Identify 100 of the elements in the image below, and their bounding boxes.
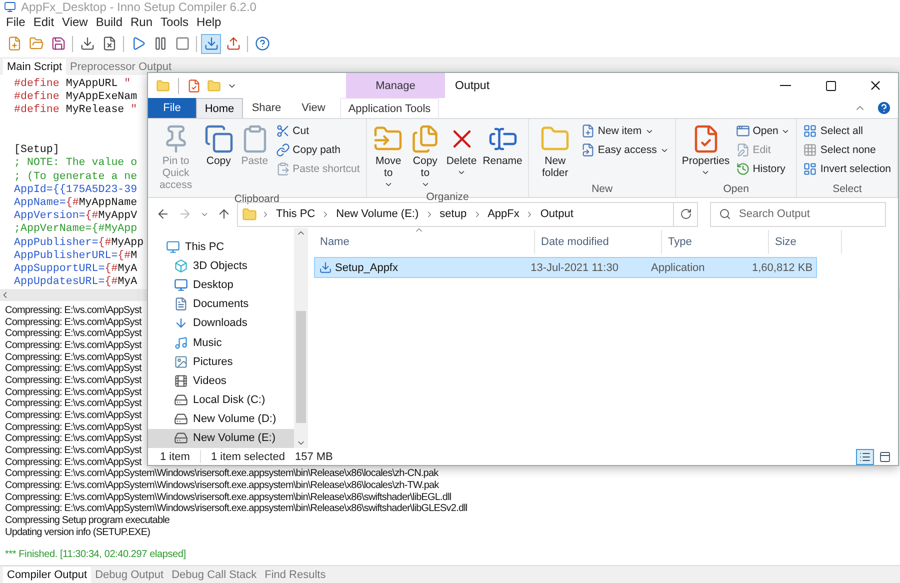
grid-icon xyxy=(803,124,818,138)
ribbon-button[interactable]: Copy path xyxy=(274,141,362,159)
nav-item[interactable]: Pictures xyxy=(148,352,294,372)
log-line: Compressing: E:\vs.com\AppSyst xyxy=(5,398,142,410)
ribbon-button[interactable]: Delete xyxy=(444,122,479,191)
view-button[interactable] xyxy=(856,448,874,464)
nav-item[interactable]: 3D Objects xyxy=(148,256,294,276)
menu-item[interactable]: File xyxy=(2,15,30,30)
ribbon-button[interactable]: New folder xyxy=(533,122,577,183)
column-header[interactable]: Date modified xyxy=(535,230,662,254)
ribbon-button[interactable]: Select all xyxy=(801,122,893,140)
column-header[interactable]: Size xyxy=(769,230,842,254)
ribbon-button[interactable]: Copy xyxy=(202,122,236,193)
nav-label: Pictures xyxy=(193,356,233,368)
nav-item[interactable]: Videos xyxy=(148,371,294,390)
maximize-icon xyxy=(824,80,836,92)
ribbon-button[interactable]: History xyxy=(734,160,792,178)
ribbon-button[interactable]: Properties xyxy=(680,122,732,183)
nav-label: This PC xyxy=(185,240,224,253)
output-tab[interactable]: Compiler Output xyxy=(3,566,92,583)
search-box[interactable]: Search Output xyxy=(710,202,886,226)
output-tab[interactable]: Debug Call Stack xyxy=(168,566,261,583)
drive-icon xyxy=(174,412,188,426)
log-line: Compressing: E:\vs.com\AppSyst xyxy=(5,444,142,457)
log-line: Compressing: E:\vs.com\AppSyst xyxy=(5,352,142,364)
log-line: Compressing: E:\vs.com\AppSystem\Windows\risersoft.exe.appsystem\bin\Release\x86\locales\zh-CN.pak xyxy=(5,468,438,480)
table-cell: Setup_Appfx xyxy=(335,262,398,274)
document-icon xyxy=(174,297,188,312)
context-tab[interactable]: Manage xyxy=(346,73,445,98)
nav-label: New Volume (E:) xyxy=(193,432,276,444)
ribbon-button[interactable]: New item xyxy=(578,122,671,140)
output-tab[interactable]: Debug Output xyxy=(91,566,168,583)
files-icon xyxy=(410,124,440,154)
nav-item[interactable]: Desktop xyxy=(148,275,294,295)
nav-item[interactable]: Local Disk (C:) xyxy=(148,390,294,410)
output-tab[interactable]: Find Results xyxy=(260,566,330,583)
breadcrumb-item[interactable]: This PC xyxy=(274,208,318,220)
scissors-icon xyxy=(276,124,290,138)
breadcrumb-item[interactable]: Output xyxy=(538,208,576,220)
status-message: *** Finished. [11:30:34, 02:40.297 elapsed] xyxy=(5,549,186,560)
folder-icon xyxy=(156,78,170,92)
menu-item[interactable]: Help xyxy=(192,15,226,30)
log-line: Compressing: E:\vs.com\AppSyst xyxy=(5,328,142,340)
menu-item[interactable]: Build xyxy=(92,15,127,30)
file-row[interactable]: Setup_Appfx 13-Jul-2021 11:30 Application 1,60,812 KB xyxy=(314,257,817,278)
breadcrumb-item[interactable]: setup xyxy=(438,208,469,220)
code-line: AppId={{175A5D23-39 xyxy=(14,184,138,197)
nav-item[interactable]: Documents xyxy=(148,294,294,314)
log-line: Compressing: E:\vs.com\AppSyst xyxy=(5,305,142,317)
menu-item[interactable]: View xyxy=(58,15,92,30)
file-x-icon xyxy=(102,36,116,52)
breadcrumb-item[interactable]: New Volume (E:) xyxy=(334,208,421,220)
clipboard-icon xyxy=(276,162,290,176)
grid-icon xyxy=(803,162,818,176)
code-line: ; NOTE: The value o xyxy=(14,157,138,171)
window-title: AppFx_Desktop - Inno Setup Compiler 6.2.0 xyxy=(21,0,256,14)
editor-tab[interactable]: Preprocessor Output xyxy=(66,58,176,75)
log-line: Compressing: E:\vs.com\AppSyst xyxy=(5,456,142,468)
pause-icon xyxy=(152,36,168,52)
code-line: AppUpdatesURL={#MyA xyxy=(14,276,138,290)
ribbon-button[interactable]: Cut xyxy=(274,122,362,140)
download-icon xyxy=(80,36,94,52)
ribbon-button[interactable]: Invert selection xyxy=(801,160,893,178)
group-label: New xyxy=(592,183,613,197)
code-line: AppName={#MyAppName xyxy=(14,196,138,210)
group-label: Open xyxy=(723,183,749,197)
ribbon-tab[interactable]: Application Tools xyxy=(340,98,439,118)
editor-tab[interactable]: Main Script xyxy=(3,58,66,75)
ribbon-tab[interactable]: Home xyxy=(196,98,243,118)
ribbon-button[interactable]: Open xyxy=(734,122,792,140)
file-check-icon xyxy=(187,78,201,92)
log-line: Compressing: E:\vs.com\AppSyst xyxy=(5,363,142,376)
menu-item[interactable]: Tools xyxy=(156,15,193,30)
nav-item[interactable]: Music xyxy=(148,332,294,352)
breadcrumb-item[interactable]: AppFx xyxy=(486,208,522,220)
ribbon-button[interactable]: Easy access xyxy=(578,141,671,159)
history-icon xyxy=(736,162,750,176)
column-header[interactable]: Type xyxy=(662,230,769,254)
ribbon-button[interactable]: Copy to xyxy=(408,122,442,191)
menu-item[interactable]: Run xyxy=(126,15,157,30)
copy-icon xyxy=(204,124,234,154)
ribbon-button[interactable]: Select none xyxy=(801,141,893,159)
ribbon-tab[interactable]: File xyxy=(148,98,196,118)
search-icon xyxy=(719,208,731,220)
log-line: Compressing: E:\vs.com\AppSystem\Windows\risersoft.exe.appsystem\bin\Release\x86\swiftshader\libGLESv2.dll xyxy=(5,503,468,515)
nav-item[interactable]: New Volume (E:) xyxy=(148,428,294,448)
help-icon xyxy=(254,36,270,52)
scrollbar[interactable] xyxy=(294,228,308,448)
nav-item[interactable]: Downloads xyxy=(148,314,294,333)
nav-item[interactable]: New Volume (D:) xyxy=(148,410,294,429)
scrollbar[interactable] xyxy=(0,289,140,302)
ribbon-button[interactable]: Rename xyxy=(480,122,524,191)
toolbar-button[interactable] xyxy=(201,34,221,54)
nav-label: Downloads xyxy=(193,317,248,330)
nav-item[interactable]: This PC xyxy=(148,237,294,256)
column-header[interactable]: Name xyxy=(314,230,535,254)
open-folder-icon xyxy=(28,36,44,52)
preview-view-icon xyxy=(879,450,891,462)
ribbon-button[interactable]: Move to xyxy=(370,122,406,191)
menu-item[interactable]: Edit xyxy=(29,15,58,30)
